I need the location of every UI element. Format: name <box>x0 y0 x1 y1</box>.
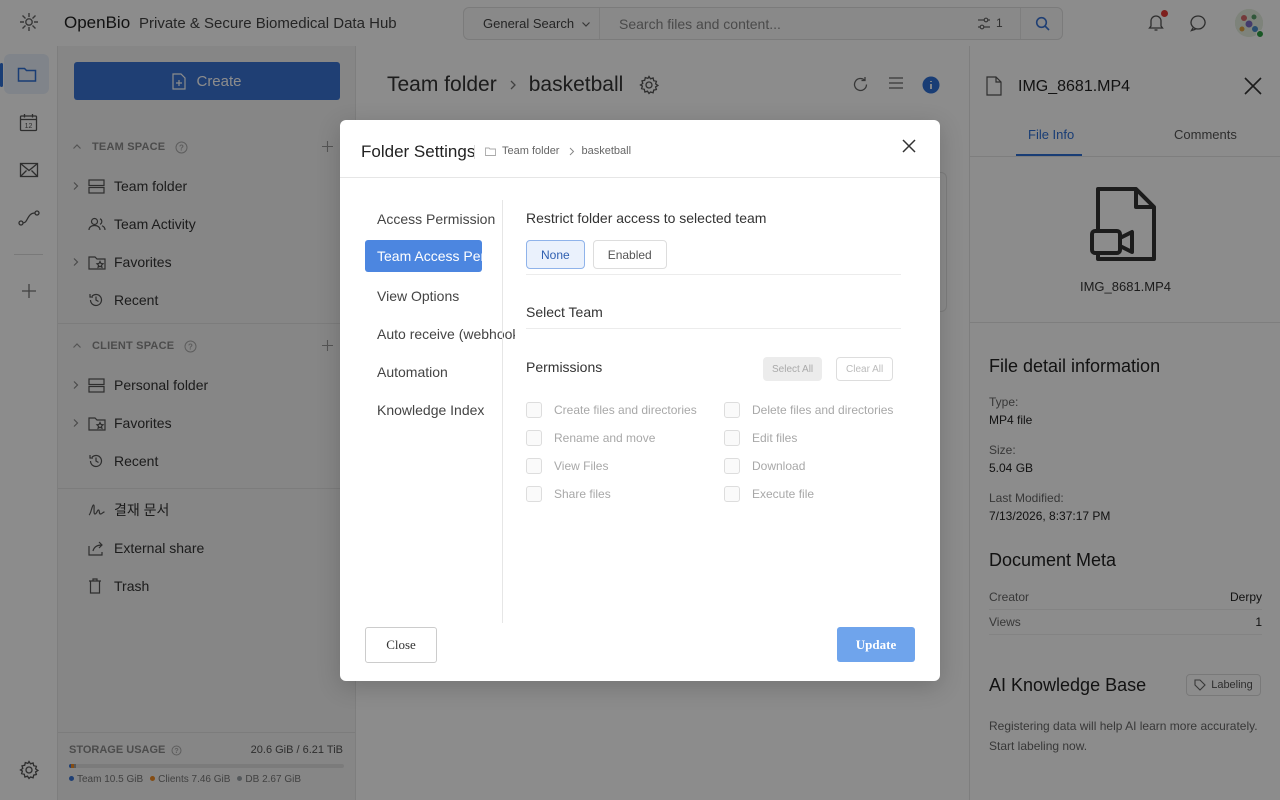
checkbox[interactable] <box>526 402 542 418</box>
folder-settings-modal: Folder Settings Team folder basketball A… <box>340 120 940 681</box>
checkbox[interactable] <box>724 402 740 418</box>
checkbox[interactable] <box>526 458 542 474</box>
nav-team-access-permission[interactable]: Team Access Permission <box>365 240 482 272</box>
clear-all-button[interactable]: Clear All <box>836 357 894 381</box>
checkbox[interactable] <box>724 430 740 446</box>
perm-label: Create files and directories <box>554 403 697 417</box>
close-button[interactable]: Close <box>365 627 437 663</box>
nav-divider <box>502 200 503 623</box>
nav-knowledge-index[interactable]: Knowledge Index <box>365 394 515 426</box>
modal-close-icon[interactable] <box>901 138 917 154</box>
nav-access-permission[interactable]: Access Permission <box>365 203 515 235</box>
perm-delete[interactable]: Delete files and directories <box>724 402 893 418</box>
folder-outline-icon <box>485 147 496 156</box>
checkbox[interactable] <box>526 430 542 446</box>
perm-label: View Files <box>554 459 609 473</box>
perm-edit[interactable]: Edit files <box>724 430 797 446</box>
perm-download[interactable]: Download <box>724 458 805 474</box>
permissions-title: Permissions <box>526 359 603 375</box>
checkbox[interactable] <box>526 486 542 502</box>
modal-header-divider <box>340 177 940 178</box>
modal-breadcrumb-team-folder: Team folder <box>502 145 560 157</box>
nav-auto-receive[interactable]: Auto receive (webhook) <box>365 318 515 350</box>
nav-view-options[interactable]: View Options <box>365 280 515 312</box>
perm-execute[interactable]: Execute file <box>724 486 814 502</box>
select-all-button[interactable]: Select All <box>763 357 823 381</box>
perm-label: Download <box>752 459 806 473</box>
perm-view[interactable]: View Files <box>526 458 608 474</box>
chevron-right-icon <box>569 147 575 156</box>
restrict-title: Restrict folder access to selected team <box>526 210 767 226</box>
restrict-toggle: None Enabled <box>526 240 667 269</box>
modal-title: Folder Settings <box>361 142 476 161</box>
perm-label: Share files <box>554 487 611 501</box>
perm-label: Execute file <box>752 487 815 501</box>
perm-label: Edit files <box>752 431 798 445</box>
perm-share[interactable]: Share files <box>526 486 611 502</box>
modal-breadcrumb: Team folder basketball <box>485 145 631 157</box>
perm-label: Rename and move <box>554 431 656 445</box>
title-separator <box>474 145 475 159</box>
update-button[interactable]: Update <box>837 627 915 662</box>
modal-breadcrumb-current: basketball <box>581 145 632 157</box>
checkbox[interactable] <box>724 486 740 502</box>
checkbox[interactable] <box>724 458 740 474</box>
select-team-title: Select Team <box>526 304 603 320</box>
restrict-enabled-button[interactable]: Enabled <box>592 240 667 269</box>
perm-label: Delete files and directories <box>752 403 894 417</box>
perm-create[interactable]: Create files and directories <box>526 402 697 418</box>
section-divider <box>526 274 901 275</box>
restrict-none-button[interactable]: None <box>526 240 585 269</box>
select-team-underline <box>526 328 901 329</box>
nav-automation[interactable]: Automation <box>365 356 515 388</box>
perm-rename[interactable]: Rename and move <box>526 430 655 446</box>
